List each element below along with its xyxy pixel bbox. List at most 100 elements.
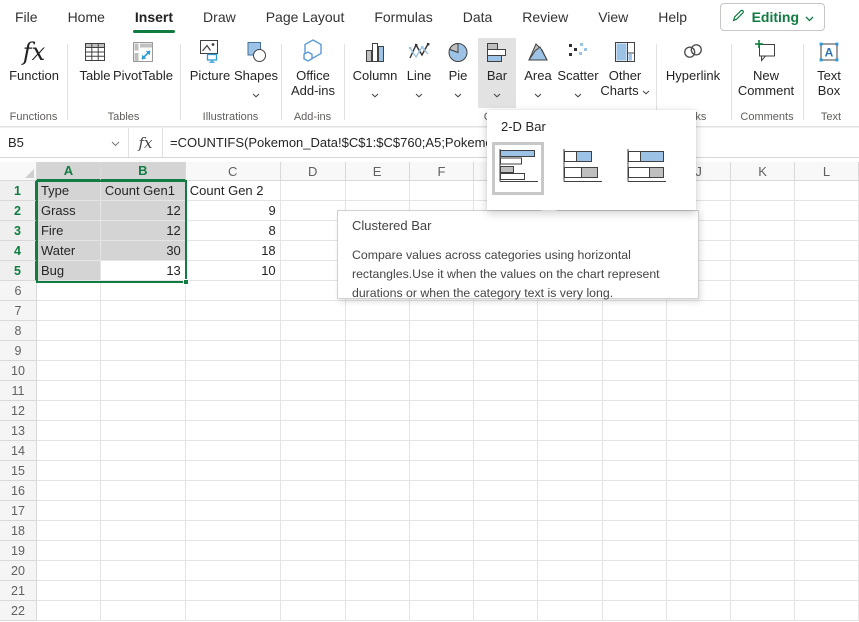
cell-E9[interactable] <box>346 341 410 361</box>
cell-A15[interactable] <box>37 461 101 481</box>
hyperlink-button[interactable]: Hyperlink <box>660 38 726 83</box>
cell-J14[interactable] <box>667 441 731 461</box>
cell-F21[interactable] <box>410 581 475 601</box>
cell-E15[interactable] <box>346 461 410 481</box>
chevron-down-icon[interactable] <box>111 135 120 150</box>
cell-E18[interactable] <box>346 521 410 541</box>
cell-L12[interactable] <box>795 401 859 421</box>
cell-B3[interactable]: 12 <box>101 221 186 241</box>
cell-K20[interactable] <box>731 561 795 581</box>
cell-L15[interactable] <box>795 461 859 481</box>
cell-E20[interactable] <box>346 561 410 581</box>
cell-J20[interactable] <box>667 561 731 581</box>
cell-I20[interactable] <box>603 561 667 581</box>
row-header-10[interactable]: 10 <box>0 361 37 381</box>
cell-L8[interactable] <box>795 321 859 341</box>
cell-J17[interactable] <box>667 501 731 521</box>
cell-K12[interactable] <box>731 401 795 421</box>
cell-D9[interactable] <box>281 341 346 361</box>
cell-D8[interactable] <box>281 321 346 341</box>
cell-K1[interactable] <box>731 181 795 201</box>
cell-I21[interactable] <box>603 581 667 601</box>
column-header-F[interactable]: F <box>410 162 475 181</box>
cell-C17[interactable] <box>186 501 281 521</box>
cell-B1[interactable]: Count Gen1 <box>101 181 186 201</box>
tab-view[interactable]: View <box>583 0 643 34</box>
cell-F17[interactable] <box>410 501 475 521</box>
row-header-6[interactable]: 6 <box>0 281 37 301</box>
cell-B18[interactable] <box>101 521 186 541</box>
office-addins-button[interactable]: Office Add-ins <box>285 38 341 98</box>
cell-C14[interactable] <box>186 441 281 461</box>
cell-L13[interactable] <box>795 421 859 441</box>
cell-G22[interactable] <box>474 601 538 621</box>
cell-C2[interactable]: 9 <box>186 201 281 221</box>
cell-B9[interactable] <box>101 341 186 361</box>
cell-E17[interactable] <box>346 501 410 521</box>
cell-E1[interactable] <box>346 181 410 201</box>
cell-D7[interactable] <box>281 301 346 321</box>
shapes-button[interactable]: Shapes <box>230 38 282 101</box>
cell-F1[interactable] <box>410 181 475 201</box>
name-box[interactable]: B5 <box>0 128 129 157</box>
100-percent-stacked-bar-option[interactable] <box>617 139 675 198</box>
cell-I11[interactable] <box>603 381 667 401</box>
cell-H18[interactable] <box>538 521 603 541</box>
tab-data[interactable]: Data <box>448 0 508 34</box>
cell-E14[interactable] <box>346 441 410 461</box>
cell-F16[interactable] <box>410 481 475 501</box>
cell-H19[interactable] <box>538 541 603 561</box>
cell-C11[interactable] <box>186 381 281 401</box>
cell-B2[interactable]: 12 <box>101 201 186 221</box>
cell-K8[interactable] <box>731 321 795 341</box>
cell-K13[interactable] <box>731 421 795 441</box>
cell-A16[interactable] <box>37 481 101 501</box>
cell-J21[interactable] <box>667 581 731 601</box>
cell-C15[interactable] <box>186 461 281 481</box>
cell-F20[interactable] <box>410 561 475 581</box>
cell-B8[interactable] <box>101 321 186 341</box>
cell-L10[interactable] <box>795 361 859 381</box>
row-header-18[interactable]: 18 <box>0 521 37 541</box>
column-header-L[interactable]: L <box>795 162 859 181</box>
cell-I7[interactable] <box>603 301 667 321</box>
cell-F19[interactable] <box>410 541 475 561</box>
cell-D14[interactable] <box>281 441 346 461</box>
cell-B6[interactable] <box>101 281 186 301</box>
row-header-15[interactable]: 15 <box>0 461 37 481</box>
cell-D15[interactable] <box>281 461 346 481</box>
column-header-E[interactable]: E <box>346 162 410 181</box>
column-chart-button[interactable]: Column <box>350 38 400 101</box>
cell-L9[interactable] <box>795 341 859 361</box>
cell-H22[interactable] <box>538 601 603 621</box>
cell-E21[interactable] <box>346 581 410 601</box>
clustered-bar-option[interactable] <box>492 142 544 195</box>
text-box-button[interactable]: A Text Box <box>806 38 852 98</box>
cell-B12[interactable] <box>101 401 186 421</box>
cell-E22[interactable] <box>346 601 410 621</box>
cell-H15[interactable] <box>538 461 603 481</box>
cell-H21[interactable] <box>538 581 603 601</box>
cell-J19[interactable] <box>667 541 731 561</box>
cell-J13[interactable] <box>667 421 731 441</box>
column-header-A[interactable]: A <box>37 162 101 181</box>
cell-J10[interactable] <box>667 361 731 381</box>
cell-L11[interactable] <box>795 381 859 401</box>
cell-K16[interactable] <box>731 481 795 501</box>
editing-mode-button[interactable]: Editing <box>720 3 825 31</box>
cell-C6[interactable] <box>186 281 281 301</box>
cell-H20[interactable] <box>538 561 603 581</box>
cell-I16[interactable] <box>603 481 667 501</box>
cell-H8[interactable] <box>538 321 603 341</box>
cell-C22[interactable] <box>186 601 281 621</box>
cell-E12[interactable] <box>346 401 410 421</box>
cell-B5[interactable]: 13 <box>101 261 186 281</box>
cell-L18[interactable] <box>795 521 859 541</box>
cell-F8[interactable] <box>410 321 475 341</box>
cell-C16[interactable] <box>186 481 281 501</box>
cell-I8[interactable] <box>603 321 667 341</box>
cell-J9[interactable] <box>667 341 731 361</box>
cell-A9[interactable] <box>37 341 101 361</box>
cell-G15[interactable] <box>474 461 538 481</box>
cell-I15[interactable] <box>603 461 667 481</box>
